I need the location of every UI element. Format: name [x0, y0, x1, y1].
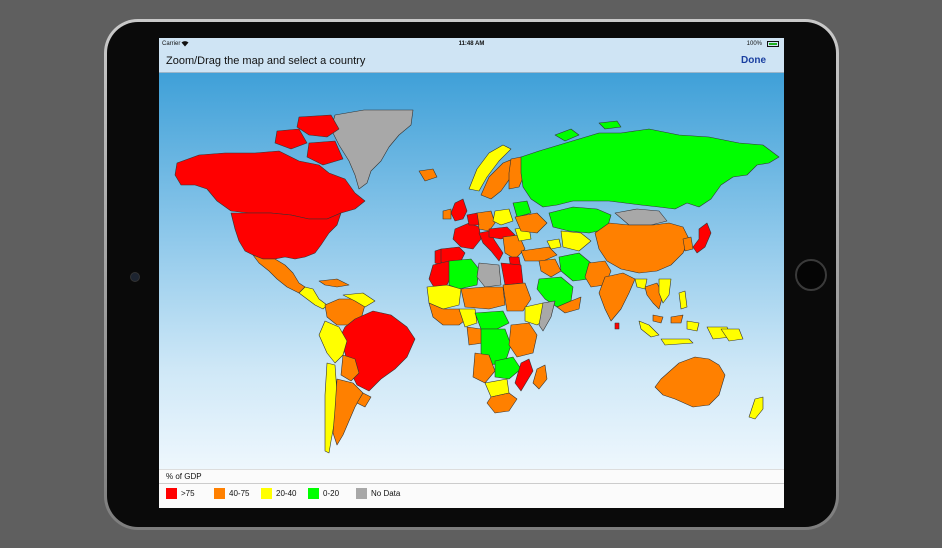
country-libya: [476, 262, 502, 288]
done-button[interactable]: Done: [741, 55, 766, 66]
legend-label: 40-75: [229, 489, 250, 498]
country-central-america: [298, 286, 328, 310]
country-iraq-syria: [538, 258, 562, 278]
legend-divider: [159, 483, 784, 484]
country-korea: [682, 236, 694, 252]
country-argentina: [332, 378, 364, 446]
country-niger-chad: [460, 286, 506, 310]
country-germany: [476, 210, 496, 232]
country-usa: [230, 212, 342, 260]
country-france: [452, 222, 482, 250]
country-madagascar: [532, 364, 548, 390]
app-screen: Carrier 11:48 AM 100% Zoom/Drag the map …: [159, 38, 784, 508]
country-mongolia: [614, 208, 668, 226]
country-russia: [520, 128, 780, 210]
legend-label: No Data: [371, 489, 401, 498]
page-title: Zoom/Drag the map and select a country: [166, 55, 366, 67]
country-india: [598, 272, 636, 322]
country-japan: [692, 222, 712, 254]
country-mexico: [252, 254, 306, 294]
battery-percent: 100%: [746, 41, 762, 47]
status-time: 11:48 AM: [458, 41, 485, 47]
country-philippines: [678, 290, 688, 310]
legend-label: 0-20: [323, 489, 340, 498]
country-sri-lanka: [614, 322, 620, 330]
legend-swatch: [166, 488, 177, 499]
country-new-zealand: [748, 396, 764, 420]
country-algeria: [448, 258, 480, 290]
navigation-bar: Zoom/Drag the map and select a country D…: [159, 51, 784, 73]
country-kenya-tanzania: [508, 322, 538, 358]
legend-swatch: [356, 488, 367, 499]
country-indonesia: [638, 320, 732, 346]
legend-title: % of GDP: [166, 472, 202, 481]
world-map[interactable]: [159, 73, 784, 469]
country-ireland: [442, 208, 452, 220]
legend-swatch: [214, 488, 225, 499]
country-uk: [450, 198, 468, 222]
status-bar: Carrier 11:48 AM 100%: [159, 38, 784, 51]
legend-label: 20-40: [276, 489, 297, 498]
country-china: [594, 222, 690, 274]
country-benelux: [466, 212, 480, 226]
legend-swatch: [261, 488, 272, 499]
map-legend: % of GDP >75 40-75 20-40 0-20 No Data: [159, 469, 784, 508]
world-map-view[interactable]: [159, 73, 784, 469]
country-australia: [654, 356, 726, 408]
country-portugal: [434, 248, 442, 266]
front-camera: [130, 272, 140, 282]
country-cameroon-gabon: [466, 326, 484, 346]
battery-icon: [767, 41, 779, 47]
country-malaysia: [652, 314, 684, 324]
country-central-africa: [474, 310, 510, 330]
country-egypt: [500, 262, 524, 286]
country-nigeria: [458, 308, 478, 328]
country-greenland: [330, 109, 414, 190]
country-poland: [492, 208, 514, 226]
country-central-asia: [560, 230, 592, 252]
country-caribbean: [318, 278, 350, 288]
country-iceland: [418, 168, 438, 182]
legend-label: >75: [181, 489, 195, 498]
legend-swatch: [308, 488, 319, 499]
home-button[interactable]: [795, 259, 827, 291]
